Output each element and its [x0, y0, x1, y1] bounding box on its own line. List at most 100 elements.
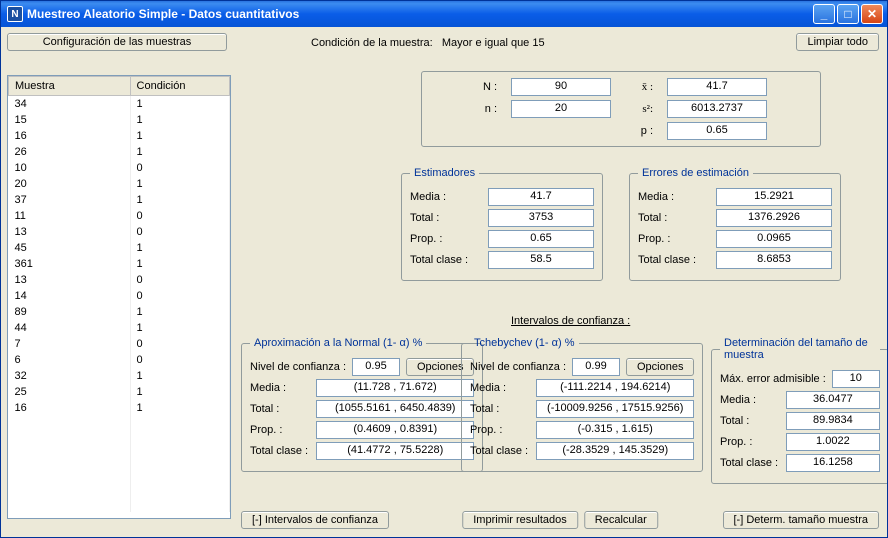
recalculate-button[interactable]: Recalcular	[584, 511, 658, 529]
table-row[interactable]: 60	[9, 352, 230, 368]
size-media-field[interactable]: 36.0477	[786, 391, 880, 409]
cell-condicion[interactable]: 1	[130, 240, 229, 256]
normal-prop-field[interactable]: (0.4609 , 0.8391)	[316, 421, 474, 439]
table-row[interactable]: 161	[9, 128, 230, 144]
cell-muestra[interactable]: 13	[9, 224, 131, 240]
tcheby-prop-field[interactable]: (-0.315 , 1.615)	[536, 421, 694, 439]
xbar-field[interactable]: 41.7	[667, 78, 767, 96]
tcheby-options-button[interactable]: Opciones	[626, 358, 694, 376]
table-row[interactable]: 151	[9, 112, 230, 128]
cell-muestra[interactable]: 26	[9, 144, 131, 160]
cell-muestra[interactable]: 34	[9, 96, 131, 112]
cell-muestra[interactable]: 44	[9, 320, 131, 336]
cell-muestra[interactable]: 45	[9, 240, 131, 256]
err-prop-field[interactable]: 0.0965	[716, 230, 832, 248]
normal-totalc-field[interactable]: (41.4772 , 75.5228)	[316, 442, 474, 460]
close-button[interactable]: ✕	[861, 4, 883, 24]
size-total-field[interactable]: 89.9834	[786, 412, 880, 430]
tcheby-total-field[interactable]: (-10009.9256 , 17515.9256)	[536, 400, 694, 418]
cell-muestra[interactable]: 10	[9, 160, 131, 176]
cell-condicion[interactable]	[130, 416, 229, 432]
table-row[interactable]	[9, 416, 230, 432]
cell-muestra[interactable]: 89	[9, 304, 131, 320]
size-prop-field[interactable]: 1.0022	[786, 433, 880, 451]
maximize-button[interactable]: □	[837, 4, 859, 24]
cell-muestra[interactable]: 20	[9, 176, 131, 192]
table-row[interactable]: 130	[9, 272, 230, 288]
N-field[interactable]: 90	[511, 78, 611, 96]
cell-condicion[interactable]: 1	[130, 112, 229, 128]
table-row[interactable]: 110	[9, 208, 230, 224]
col-condicion[interactable]: Condición	[130, 77, 229, 96]
cell-condicion[interactable]: 0	[130, 352, 229, 368]
table-row[interactable]	[9, 480, 230, 496]
table-row[interactable]: 371	[9, 192, 230, 208]
cell-condicion[interactable]: 1	[130, 192, 229, 208]
table-row[interactable]: 140	[9, 288, 230, 304]
cell-condicion[interactable]: 1	[130, 384, 229, 400]
cell-condicion[interactable]: 1	[130, 400, 229, 416]
cell-muestra[interactable]: 16	[9, 400, 131, 416]
toggle-intervals-button[interactable]: [-] Intervalos de confianza	[241, 511, 389, 529]
s2-field[interactable]: 6013.2737	[667, 100, 767, 118]
cell-condicion[interactable]: 1	[130, 144, 229, 160]
normal-total-field[interactable]: (1055.5161 , 6450.4839)	[316, 400, 474, 418]
cell-muestra[interactable]	[9, 448, 131, 464]
toggle-size-button[interactable]: [-] Determ. tamaño muestra	[723, 511, 880, 529]
p-field[interactable]: 0.65	[667, 122, 767, 140]
cell-muestra[interactable]: 15	[9, 112, 131, 128]
cell-condicion[interactable]	[130, 480, 229, 496]
normal-media-field[interactable]: (11.728 , 71.672)	[316, 379, 474, 397]
cell-condicion[interactable]: 0	[130, 336, 229, 352]
cell-muestra[interactable]: 16	[9, 128, 131, 144]
cell-condicion[interactable]: 1	[130, 368, 229, 384]
cell-muestra[interactable]: 7	[9, 336, 131, 352]
col-muestra[interactable]: Muestra	[9, 77, 131, 96]
cell-condicion[interactable]	[130, 448, 229, 464]
cell-muestra[interactable]	[9, 416, 131, 432]
maxerr-field[interactable]: 10	[832, 370, 880, 388]
cell-muestra[interactable]	[9, 480, 131, 496]
table-row[interactable]: 451	[9, 240, 230, 256]
table-row[interactable]: 891	[9, 304, 230, 320]
cell-condicion[interactable]: 0	[130, 288, 229, 304]
cell-condicion[interactable]: 1	[130, 128, 229, 144]
cell-muestra[interactable]	[9, 496, 131, 512]
err-total-field[interactable]: 1376.2926	[716, 209, 832, 227]
table-row[interactable]	[9, 496, 230, 512]
table-row[interactable]: 321	[9, 368, 230, 384]
cell-muestra[interactable]: 32	[9, 368, 131, 384]
cell-condicion[interactable]: 0	[130, 160, 229, 176]
err-totalc-field[interactable]: 8.6853	[716, 251, 832, 269]
sample-table[interactable]: Muestra Condición 3411511612611002013711…	[7, 75, 231, 519]
table-row[interactable]	[9, 448, 230, 464]
cell-condicion[interactable]	[130, 464, 229, 480]
cell-condicion[interactable]: 0	[130, 208, 229, 224]
cell-muestra[interactable]: 14	[9, 288, 131, 304]
tcheby-conf-field[interactable]: 0.99	[572, 358, 620, 376]
est-total-field[interactable]: 3753	[488, 209, 594, 227]
table-row[interactable]: 341	[9, 96, 230, 112]
cell-muestra[interactable]	[9, 464, 131, 480]
table-row[interactable]	[9, 464, 230, 480]
minimize-button[interactable]: _	[813, 4, 835, 24]
size-totalc-field[interactable]: 16.1258	[786, 454, 880, 472]
table-row[interactable]: 251	[9, 384, 230, 400]
cell-condicion[interactable]: 1	[130, 256, 229, 272]
cell-muestra[interactable]: 25	[9, 384, 131, 400]
table-row[interactable]: 201	[9, 176, 230, 192]
cell-muestra[interactable]	[9, 432, 131, 448]
n-field[interactable]: 20	[511, 100, 611, 118]
config-button[interactable]: Configuración de las muestras	[7, 33, 227, 51]
cell-condicion[interactable]: 1	[130, 96, 229, 112]
table-row[interactable]: 441	[9, 320, 230, 336]
normal-conf-field[interactable]: 0.95	[352, 358, 400, 376]
cell-muestra[interactable]: 6	[9, 352, 131, 368]
cell-muestra[interactable]: 361	[9, 256, 131, 272]
print-button[interactable]: Imprimir resultados	[462, 511, 578, 529]
clear-all-button[interactable]: Limpiar todo	[796, 33, 879, 51]
titlebar[interactable]: N Muestreo Aleatorio Simple - Datos cuan…	[1, 1, 887, 27]
cell-muestra[interactable]: 37	[9, 192, 131, 208]
est-media-field[interactable]: 41.7	[488, 188, 594, 206]
est-totalc-field[interactable]: 58.5	[488, 251, 594, 269]
